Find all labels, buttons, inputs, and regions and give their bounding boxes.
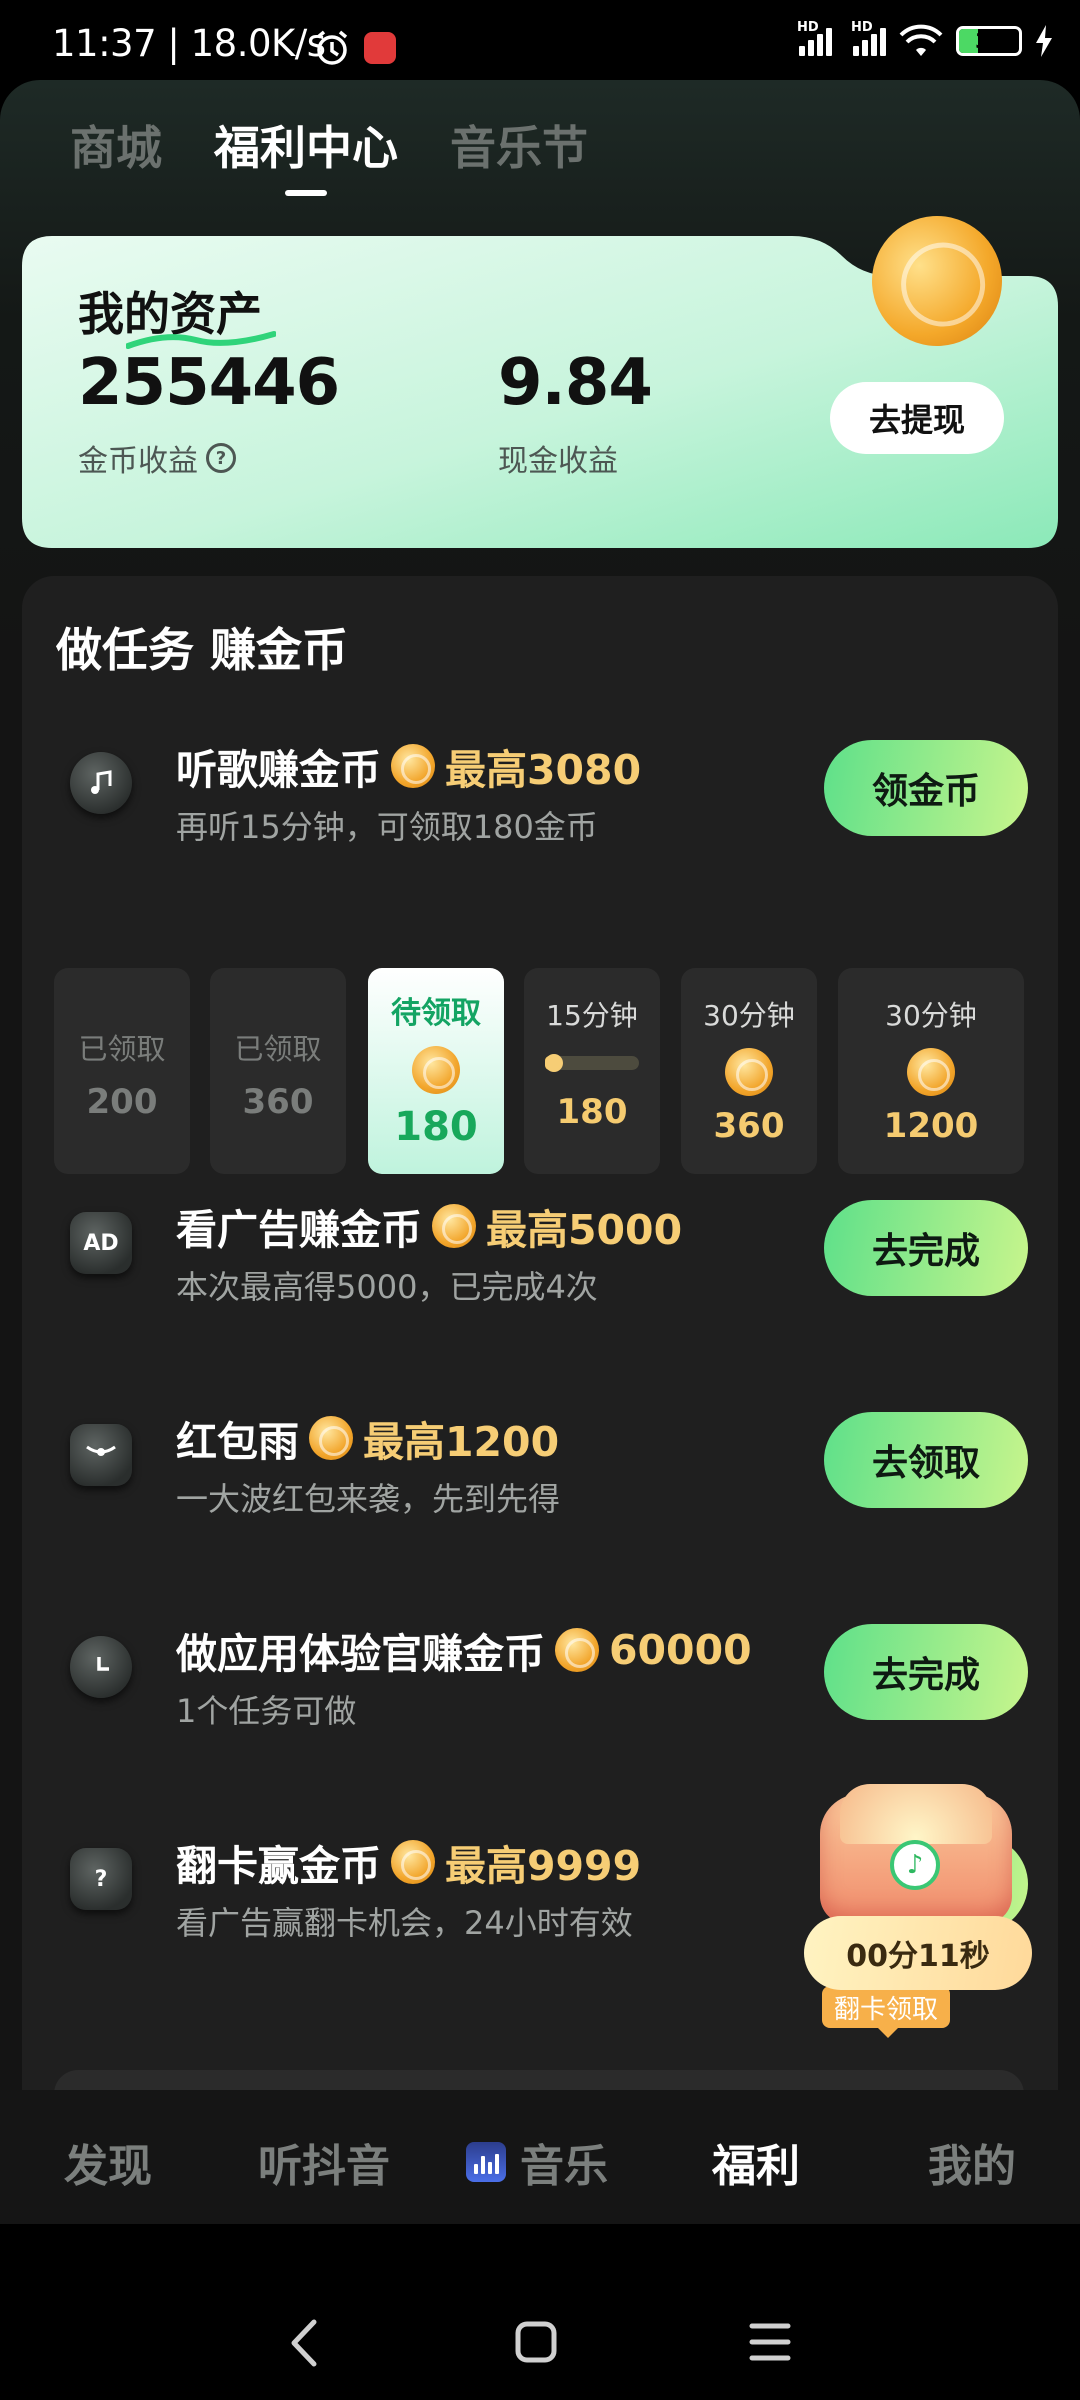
withdraw-button[interactable]: 去提现	[830, 382, 1004, 454]
music-note-icon: ♪	[890, 1840, 940, 1890]
coin-amount: 255446	[78, 346, 340, 420]
task-listen-music: 听歌赚金币 最高3080 再听15分钟，可领取180金币 领金币	[22, 716, 1058, 846]
reward-tile-claimed: 已领取 200	[54, 968, 190, 1174]
music-app-icon	[466, 2142, 506, 2182]
home-icon[interactable]	[514, 2320, 558, 2364]
top-tabs: 商城 福利中心 音乐节	[70, 112, 588, 196]
nav-me[interactable]: 我的	[928, 2130, 1016, 2194]
question-circle-icon[interactable]: ?	[206, 443, 236, 473]
clock-icon	[70, 1636, 132, 1698]
reward-tile-locked: 30分钟 360	[681, 968, 817, 1174]
phone-screen: 11:37 | 18.0K/s HD HD 31 商城 福利中心 音乐节 我的资…	[0, 0, 1080, 2400]
task-subtitle: 一大波红包来袭，先到先得	[176, 1480, 561, 1518]
nav-discover[interactable]: 发现	[64, 2130, 152, 2194]
status-right: HD HD 31	[797, 20, 1054, 58]
reward-tile-locked: 30分钟 1200	[838, 968, 1024, 1174]
go-complete-button[interactable]: 去完成	[824, 1624, 1028, 1720]
cash-amount-label: 现金收益	[498, 444, 618, 479]
menu-icon[interactable]	[748, 2322, 792, 2362]
task-subtitle: 本次最高得5000，已完成4次	[176, 1268, 598, 1306]
task-subtitle: 再听15分钟，可领取180金币	[176, 808, 598, 846]
wifi-icon	[899, 24, 943, 56]
app-notification-icon	[364, 32, 396, 64]
card-question-icon: ?	[70, 1848, 132, 1910]
gold-coin-icon	[432, 1204, 476, 1248]
task-watch-ad: AD 看广告赚金币 最高5000 本次最高得5000，已完成4次 去完成	[22, 1176, 1058, 1306]
chest-countdown-timer[interactable]: 00分11秒	[804, 1916, 1032, 1990]
task-title: 听歌赚金币 最高3080	[176, 744, 642, 794]
asset-title: 我的资产	[78, 278, 276, 349]
bottom-navigation: 发现 听抖音 音乐 福利 我的	[0, 2090, 1080, 2224]
coin-amount-label: 金币收益?	[78, 436, 236, 480]
battery-icon: 31	[956, 26, 1022, 56]
tasks-title: 做任务 赚金币	[56, 623, 349, 677]
signal-icon: HD	[797, 20, 841, 56]
task-red-packet-rain: 红包雨 最高1200 一大波红包来袭，先到先得 去领取	[22, 1388, 1058, 1518]
system-navigation-bar	[0, 2224, 1080, 2400]
go-complete-button[interactable]: 去完成	[824, 1200, 1028, 1296]
listen-reward-tiles: 已领取 200 已领取 360 待领取 180 15分钟 180 30分钟 360 30分…	[54, 968, 1054, 1174]
music-note-icon	[70, 752, 132, 814]
gold-coin-stack-icon	[907, 1048, 955, 1096]
tab-welfare-center[interactable]: 福利中心	[214, 112, 398, 196]
task-app-experience: 做应用体验官赚金币 60000 1个任务可做 去完成	[22, 1600, 1058, 1730]
gold-coin-icon	[555, 1628, 599, 1672]
task-title: 红包雨 最高1200	[176, 1416, 560, 1466]
gold-coin-icon	[309, 1416, 353, 1460]
task-title: 翻卡赢金币 最高9999	[176, 1840, 642, 1890]
task-subtitle: 1个任务可做	[176, 1692, 357, 1730]
status-bar: 11:37 | 18.0K/s HD HD 31	[0, 0, 1080, 84]
tab-mall[interactable]: 商城	[70, 112, 162, 196]
gold-coin-icon	[725, 1048, 773, 1096]
progress-bar	[545, 1054, 639, 1072]
task-title: 做应用体验官赚金币 60000	[176, 1626, 752, 1678]
reward-tile-claimed: 已领取 360	[210, 968, 346, 1174]
tab-music-festival[interactable]: 音乐节	[450, 112, 588, 196]
flip-card-area	[54, 2070, 1024, 2090]
reward-tile-progress: 15分钟 180	[524, 968, 660, 1174]
gold-coin-icon	[391, 744, 435, 788]
nav-music[interactable]: 音乐	[466, 2130, 608, 2194]
claim-coins-button[interactable]: 领金币	[824, 740, 1028, 836]
gold-coin-icon	[412, 1046, 460, 1094]
gold-coin-icon	[391, 1840, 435, 1884]
nav-listen-douyin[interactable]: 听抖音	[258, 2130, 390, 2194]
reward-tile-pending[interactable]: 待领取 180	[368, 968, 504, 1174]
ad-icon: AD	[70, 1212, 132, 1274]
task-subtitle: 看广告赢翻卡机会，24小时有效	[176, 1904, 633, 1942]
asset-card: 我的资产 255446 金币收益? 9.84 现金收益 去提现	[22, 201, 1058, 548]
flip-card-claim-tag: 翻卡领取	[822, 1986, 950, 2038]
go-claim-button[interactable]: 去领取	[824, 1412, 1028, 1508]
charging-icon	[1036, 25, 1052, 57]
back-icon[interactable]	[284, 2318, 324, 2368]
cash-amount: 9.84	[498, 346, 653, 420]
alarm-clock-icon	[316, 30, 348, 65]
signal-icon: HD	[851, 20, 886, 56]
nav-welfare[interactable]: 福利	[712, 2130, 800, 2194]
task-title: 看广告赚金币 最高5000	[176, 1204, 683, 1254]
red-packet-icon	[70, 1424, 132, 1486]
treasure-chest-icon[interactable]: ♪	[810, 1784, 1022, 1924]
status-time: 11:37 | 18.0K/s	[52, 22, 326, 65]
